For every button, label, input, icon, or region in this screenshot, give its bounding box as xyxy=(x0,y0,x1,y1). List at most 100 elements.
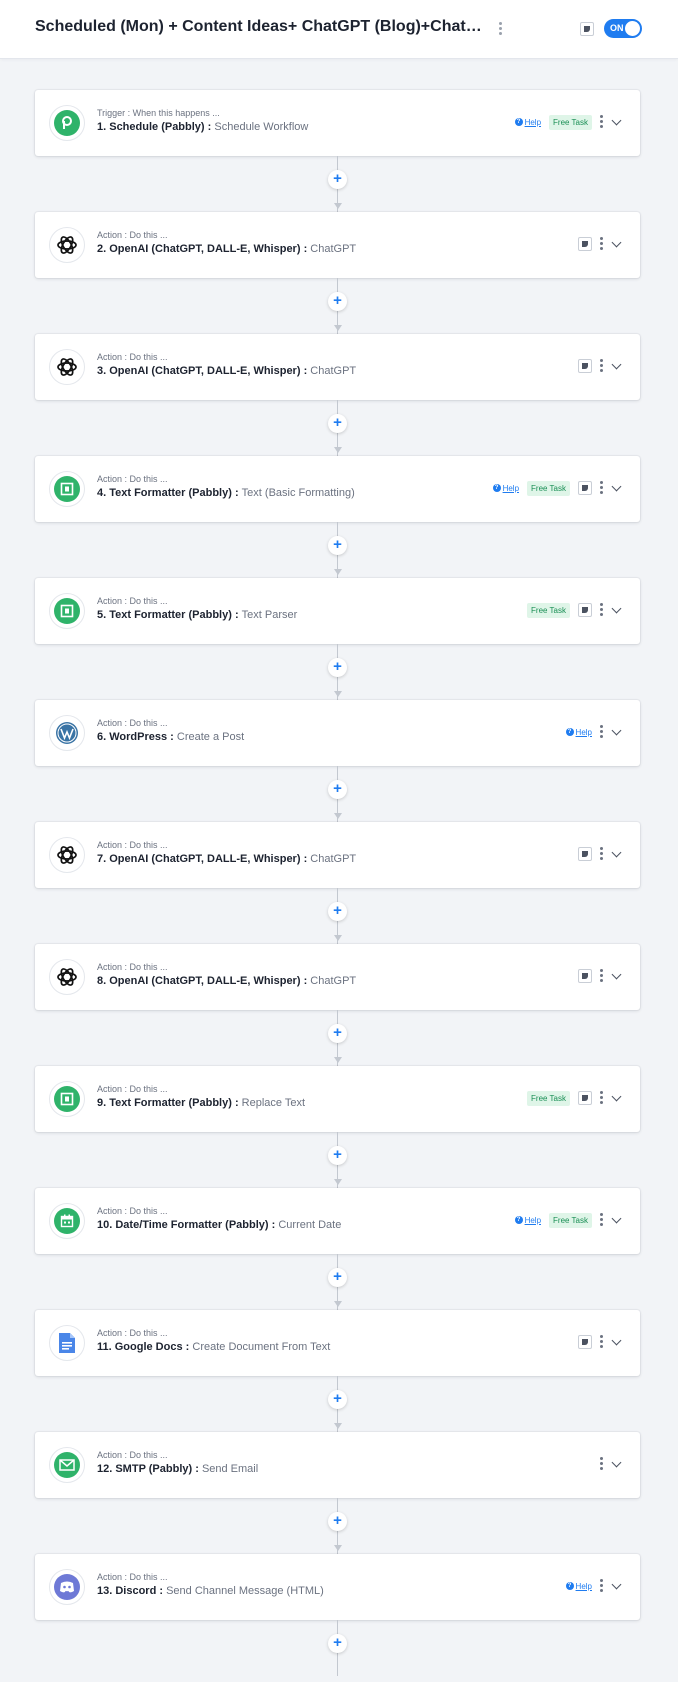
step-notes-icon[interactable] xyxy=(578,237,592,251)
step-title: 8. OpenAI (ChatGPT, DALL-E, Whisper) : C… xyxy=(97,975,356,987)
chevron-down-icon[interactable] xyxy=(612,1459,622,1469)
workflow-menu-kebab-icon[interactable] xyxy=(499,22,503,37)
step-card[interactable]: Action : Do this ... 9. Text Formatter (P… xyxy=(35,1066,640,1132)
step-menu-kebab-icon[interactable] xyxy=(600,236,604,252)
add-step-button[interactable]: + xyxy=(328,1634,347,1653)
chevron-down-icon[interactable] xyxy=(612,1215,622,1225)
step-menu-kebab-icon[interactable] xyxy=(600,1456,604,1472)
connector-arrow xyxy=(334,447,342,453)
connector-arrow xyxy=(334,1423,342,1429)
workflow-header: Scheduled (Mon) + Content Ideas+ ChatGPT… xyxy=(0,0,678,59)
step-event-name: Current Date xyxy=(278,1219,342,1231)
add-step-button[interactable]: + xyxy=(328,1146,347,1165)
step-event-name: ChatGPT xyxy=(310,243,357,255)
step-menu-kebab-icon[interactable] xyxy=(600,602,604,618)
step-card[interactable]: Action : Do this ... 11. Google Docs : Cr… xyxy=(35,1310,640,1376)
add-step-button[interactable]: + xyxy=(328,658,347,677)
add-step-button[interactable]: + xyxy=(328,536,347,555)
step-card[interactable]: Action : Do this ... 13. Discord : Send C… xyxy=(35,1554,640,1620)
add-step-button[interactable]: + xyxy=(328,1512,347,1531)
step-title: 3. OpenAI (ChatGPT, DALL-E, Whisper) : C… xyxy=(97,365,356,377)
step-notes-icon[interactable] xyxy=(578,481,592,495)
chevron-down-icon[interactable] xyxy=(612,117,622,127)
step-event-name: ChatGPT xyxy=(310,853,357,865)
step-app-name: 4. Text Formatter (Pabbly) xyxy=(97,487,232,499)
step-notes-icon[interactable] xyxy=(578,847,592,861)
step-title: 2. OpenAI (ChatGPT, DALL-E, Whisper) : C… xyxy=(97,243,356,255)
add-step-button[interactable]: + xyxy=(328,780,347,799)
help-link[interactable]: ? Help xyxy=(514,118,541,127)
step-card[interactable]: Action : Do this ... 7. OpenAI (ChatGPT, … xyxy=(35,822,640,888)
step-notes-icon[interactable] xyxy=(578,603,592,617)
workflow-toggle[interactable]: ON xyxy=(604,19,642,38)
chevron-down-icon[interactable] xyxy=(612,361,622,371)
step-actions: ? Help Free Task xyxy=(514,1212,622,1228)
workflow-title[interactable]: Scheduled (Mon) + Content Ideas+ ChatGPT… xyxy=(35,18,490,36)
step-card[interactable]: Action : Do this ... 12. SMTP (Pabbly) : … xyxy=(35,1432,640,1498)
step-actions xyxy=(578,358,622,374)
chevron-down-icon[interactable] xyxy=(612,239,622,249)
add-step-button[interactable]: + xyxy=(328,292,347,311)
free-task-badge: Free Task xyxy=(549,114,592,130)
step-menu-kebab-icon[interactable] xyxy=(600,724,604,740)
step-card[interactable]: Action : Do this ... 3. OpenAI (ChatGPT, … xyxy=(35,334,640,400)
step-menu-kebab-icon[interactable] xyxy=(600,358,604,374)
step-card[interactable]: Action : Do this ... 8. OpenAI (ChatGPT, … xyxy=(35,944,640,1010)
step-separator: : xyxy=(192,1463,202,1475)
step-menu-kebab-icon[interactable] xyxy=(600,1090,604,1106)
step-card[interactable]: Action : Do this ... 2. OpenAI (ChatGPT, … xyxy=(35,212,640,278)
step-wrapper: Action : Do this ... 10. Date/Time Format… xyxy=(0,1188,678,1310)
step-menu-kebab-icon[interactable] xyxy=(600,1578,604,1594)
workflow-steps: Trigger : When this happens ... 1. Schedu… xyxy=(0,90,678,1676)
step-menu-kebab-icon[interactable] xyxy=(600,114,604,130)
step-title: 5. Text Formatter (Pabbly) : Text Parser xyxy=(97,609,297,621)
help-link[interactable]: ? Help xyxy=(565,728,592,737)
step-menu-kebab-icon[interactable] xyxy=(600,1334,604,1350)
step-card[interactable]: Action : Do this ... 10. Date/Time Format… xyxy=(35,1188,640,1254)
step-event-name: ChatGPT xyxy=(310,365,357,377)
help-icon: ? xyxy=(514,1216,523,1224)
help-link[interactable]: ? Help xyxy=(565,1582,592,1591)
step-menu-kebab-icon[interactable] xyxy=(600,968,604,984)
step-card[interactable]: Action : Do this ... 4. Text Formatter (P… xyxy=(35,456,640,522)
step-notes-icon[interactable] xyxy=(578,1091,592,1105)
add-step-button[interactable]: + xyxy=(328,170,347,189)
step-app-name: 2. OpenAI (ChatGPT, DALL-E, Whisper) xyxy=(97,243,301,255)
openai-icon xyxy=(49,349,85,385)
workflow-notes-icon[interactable] xyxy=(580,22,594,36)
step-separator: : xyxy=(231,487,242,499)
chevron-down-icon[interactable] xyxy=(612,1093,622,1103)
chevron-down-icon[interactable] xyxy=(612,1581,622,1591)
step-title: 11. Google Docs : Create Document From T… xyxy=(97,1341,330,1353)
step-event-name: Schedule Workflow xyxy=(214,121,309,133)
step-notes-icon[interactable] xyxy=(578,1335,592,1349)
step-notes-icon[interactable] xyxy=(578,359,592,373)
help-link[interactable]: ? Help xyxy=(514,1216,541,1225)
chevron-down-icon[interactable] xyxy=(612,971,622,981)
chevron-down-icon[interactable] xyxy=(612,483,622,493)
step-menu-kebab-icon[interactable] xyxy=(600,480,604,496)
help-link[interactable]: ? Help xyxy=(492,484,519,493)
step-card[interactable]: Action : Do this ... 6. WordPress : Creat… xyxy=(35,700,640,766)
add-step-button[interactable]: + xyxy=(328,902,347,921)
step-app-name: 11. Google Docs xyxy=(97,1341,183,1353)
chevron-down-icon[interactable] xyxy=(612,605,622,615)
step-kind: Action : Do this ... xyxy=(97,718,168,728)
connector-arrow xyxy=(334,1545,342,1551)
step-card[interactable]: Trigger : When this happens ... 1. Schedu… xyxy=(35,90,640,156)
step-separator: : xyxy=(300,853,311,865)
chevron-down-icon[interactable] xyxy=(612,727,622,737)
chevron-down-icon[interactable] xyxy=(612,1337,622,1347)
free-task-badge: Free Task xyxy=(549,1212,592,1228)
add-step-button[interactable]: + xyxy=(328,1390,347,1409)
add-step-button[interactable]: + xyxy=(328,1268,347,1287)
step-menu-kebab-icon[interactable] xyxy=(600,846,604,862)
step-card[interactable]: Action : Do this ... 5. Text Formatter (P… xyxy=(35,578,640,644)
step-separator: : xyxy=(300,975,311,987)
chevron-down-icon[interactable] xyxy=(612,849,622,859)
step-menu-kebab-icon[interactable] xyxy=(600,1212,604,1228)
add-step-button[interactable]: + xyxy=(328,414,347,433)
step-notes-icon[interactable] xyxy=(578,969,592,983)
connector-arrow xyxy=(334,1179,342,1185)
add-step-button[interactable]: + xyxy=(328,1024,347,1043)
